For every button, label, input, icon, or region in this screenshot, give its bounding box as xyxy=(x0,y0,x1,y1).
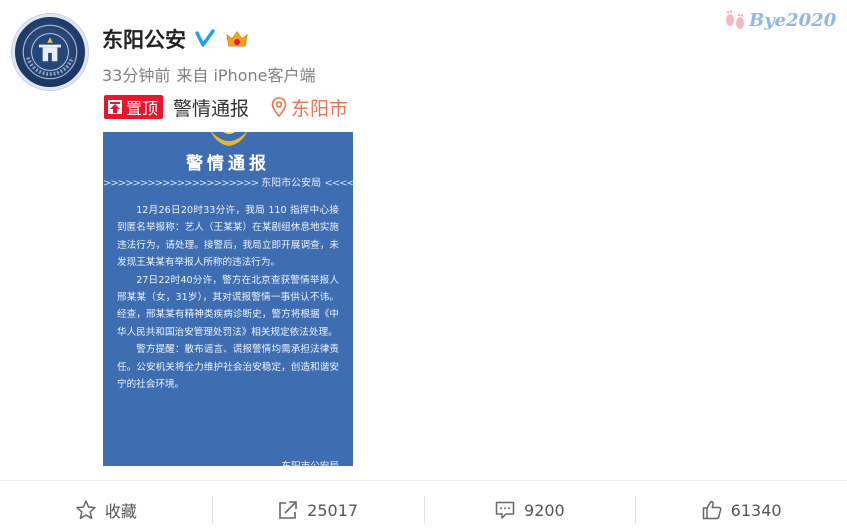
share-arrow-icon xyxy=(279,501,297,519)
location-label: 东阳市 xyxy=(291,97,349,120)
pinned-label: 置顶 xyxy=(126,99,159,118)
pinned-badge: 置顶 xyxy=(104,95,164,119)
repost-count: 25017 xyxy=(307,500,359,520)
verified-icon xyxy=(195,29,215,47)
footer-divider xyxy=(0,480,847,481)
notice-signature: 东阳市公安局 xyxy=(281,458,339,466)
like-button[interactable]: 61340 xyxy=(635,490,847,530)
notice-body: 12月26日20时33分许，我局 110 指挥中心接到匿名举报称：艺人（王某某）… xyxy=(117,202,339,393)
action-bar: 收藏 25017 9200 61340 xyxy=(0,490,847,530)
notice-paragraph: 12月26日20时33分许，我局 110 指挥中心接到匿名举报称：艺人（王某某）… xyxy=(117,205,339,269)
post-time[interactable]: 33分钟前 xyxy=(102,62,170,86)
notice-paragraph: 27日22时40分许，警方在北京查获警情举报人邢某某（女，31岁），其对谎报警情… xyxy=(117,274,339,338)
notice-subtitle-row: >>>>>>>>>>>>>>>>>>>>> 东阳市公安局 <<<<<<<<<<<… xyxy=(103,174,353,189)
location-link[interactable]: 东阳市 xyxy=(271,94,348,121)
favorite-label: 收藏 xyxy=(104,502,137,521)
thumbs-up-icon xyxy=(702,500,722,520)
badge-emblem-icon xyxy=(210,132,248,146)
post-image-notice[interactable]: 警情通报 >>>>>>>>>>>>>>>>>>>>> 东阳市公安局 <<<<<<… xyxy=(103,132,353,466)
star-icon xyxy=(76,500,96,520)
notice-subtitle: 东阳市公安局 xyxy=(261,178,322,189)
repost-button[interactable]: 25017 xyxy=(211,490,424,530)
post-content: 置顶 警情通报 东阳市 xyxy=(104,92,348,122)
avatar[interactable] xyxy=(12,14,88,90)
post-meta: 33分钟前 来自 iPhone客户端 xyxy=(102,62,315,86)
notice-arrows-right: <<<<<<<<<<<<<<<<<<<<< xyxy=(324,178,353,189)
like-count: 61340 xyxy=(730,500,782,520)
post-text: 警情通报 xyxy=(173,97,250,120)
post-source: 来自 iPhone客户端 xyxy=(176,66,316,85)
pin-top-icon xyxy=(108,100,122,114)
comment-icon xyxy=(495,501,515,519)
location-pin-icon xyxy=(271,97,287,117)
user-name-row: 东阳公安 xyxy=(102,24,250,54)
notice-arrows-left: >>>>>>>>>>>>>>>>>>>>> xyxy=(103,178,259,189)
member-crown-icon[interactable] xyxy=(224,28,250,50)
favorite-button[interactable]: 收藏 xyxy=(0,490,212,530)
user-name[interactable]: 东阳公安 xyxy=(102,24,186,54)
notice-title: 警情通报 xyxy=(186,154,270,174)
police-emblem-icon xyxy=(22,24,78,80)
footprint-icon xyxy=(726,10,744,29)
notice-paragraph: 警方提醒：散布谣言、谎报警情均需承担法律责任。公安机关将全力维护社会治安稳定，创… xyxy=(117,344,339,391)
bye2020-badge: Bye2020 xyxy=(721,4,839,36)
bye2020-text: Bye2020 xyxy=(749,9,837,31)
comment-count: 9200 xyxy=(524,500,565,520)
comment-button[interactable]: 9200 xyxy=(423,490,636,530)
